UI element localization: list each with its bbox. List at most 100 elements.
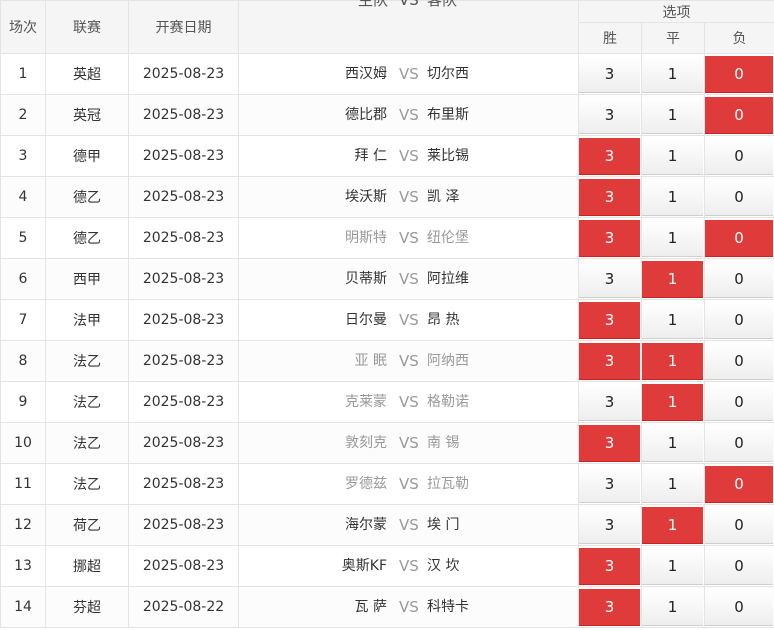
- option-win-button[interactable]: 3: [579, 384, 640, 421]
- option-win-button[interactable]: 3: [579, 56, 640, 93]
- home-team: 奥斯KF: [341, 558, 387, 574]
- match-row: 2 英冠 2025-08-23 德比郡 VS 布里斯 3 1 0: [0, 94, 774, 136]
- option-cell-win: 3: [578, 504, 642, 546]
- option-win-button[interactable]: 3: [579, 343, 640, 380]
- option-draw-button[interactable]: 1: [642, 466, 703, 503]
- option-draw-button[interactable]: 1: [642, 138, 703, 175]
- option-lose-button[interactable]: 0: [705, 179, 774, 216]
- option-lose-button[interactable]: 0: [705, 261, 774, 298]
- match-league: 德乙: [45, 217, 129, 259]
- header-date: 开赛日期: [128, 0, 239, 54]
- home-team: 克莱蒙: [345, 394, 387, 410]
- match-date: 2025-08-23: [128, 463, 239, 505]
- match-row: 14 芬超 2025-08-22 瓦 萨 VS 科特卡 3 1 0: [0, 586, 774, 628]
- match-num: 9: [0, 381, 46, 423]
- vs-label: VS: [399, 106, 419, 124]
- vs-label: VS: [399, 393, 419, 411]
- option-lose-button[interactable]: 0: [705, 589, 774, 626]
- match-row: 1 英超 2025-08-23 西汉姆 VS 切尔西 3 1 0: [0, 53, 774, 95]
- option-win-button[interactable]: 3: [579, 466, 640, 503]
- option-draw-button[interactable]: 1: [642, 97, 703, 134]
- home-team: 敦刻克: [345, 435, 387, 451]
- option-lose-button[interactable]: 0: [705, 507, 774, 544]
- option-win-button[interactable]: 3: [579, 302, 640, 339]
- option-lose-button[interactable]: 0: [705, 466, 774, 503]
- option-win-button[interactable]: 3: [579, 138, 640, 175]
- option-win-button[interactable]: 3: [579, 425, 640, 462]
- option-lose-button[interactable]: 0: [705, 425, 774, 462]
- option-lose-button[interactable]: 0: [705, 56, 774, 93]
- vs-label: VS: [399, 147, 419, 165]
- option-draw-button[interactable]: 1: [642, 302, 703, 339]
- option-cell-lose: 0: [703, 299, 774, 341]
- option-cell-lose: 0: [703, 545, 774, 587]
- match-league: 法乙: [45, 463, 129, 505]
- option-cell-draw: 1: [641, 299, 705, 341]
- option-draw-button[interactable]: 1: [642, 425, 703, 462]
- match-teams: 克莱蒙 VS 格勒诺: [238, 381, 579, 423]
- option-draw-button[interactable]: 1: [642, 220, 703, 257]
- match-row: 12 荷乙 2025-08-23 海尔蒙 VS 埃 门 310: [0, 504, 774, 546]
- option-lose-button[interactable]: 0: [705, 384, 774, 421]
- option-draw-button[interactable]: 1: [642, 589, 703, 626]
- match-num: 2: [0, 94, 46, 136]
- option-draw-button[interactable]: 1: [642, 56, 703, 93]
- away-team: 昂 热: [427, 312, 460, 328]
- match-teams: 明斯特 VS 纽伦堡: [238, 217, 579, 259]
- option-lose-button[interactable]: 0: [705, 343, 774, 380]
- option-cell-draw: 1: [641, 340, 705, 382]
- away-team: 拉瓦勒: [427, 476, 469, 492]
- home-team: 德比郡: [345, 107, 387, 123]
- match-num: 13: [0, 545, 46, 587]
- match-num: 12: [0, 504, 46, 546]
- match-league: 西甲: [45, 258, 129, 300]
- option-cell-win: 3: [578, 53, 642, 95]
- option-draw-button[interactable]: 1: [642, 261, 703, 298]
- option-draw-button[interactable]: 1: [642, 179, 703, 216]
- option-cell-lose: 0: [703, 463, 774, 505]
- match-league: 法乙: [45, 422, 129, 464]
- vs-label: VS: [399, 65, 419, 83]
- option-win-button[interactable]: 3: [579, 220, 640, 257]
- option-win-button[interactable]: 3: [579, 548, 640, 585]
- option-lose-button[interactable]: 0: [705, 548, 774, 585]
- header-options: 选项: [577, 0, 774, 23]
- option-cell-win: 3: [578, 94, 642, 136]
- option-lose-button[interactable]: 0: [705, 97, 774, 134]
- vs-label: VS: [399, 188, 419, 206]
- home-team: 日尔曼: [345, 312, 387, 328]
- vs-label: VS: [399, 557, 419, 575]
- header-away: 客队: [427, 0, 458, 9]
- option-draw-button[interactable]: 1: [642, 384, 703, 421]
- option-draw-button[interactable]: 1: [642, 507, 703, 544]
- option-cell-win: 3: [578, 176, 642, 218]
- match-list: 1 英超 2025-08-23 西汉姆 VS 切尔西 3 1 0 2 英冠 2025-08-23 德比郡…: [0, 53, 774, 628]
- vs-label: VS: [399, 434, 419, 452]
- option-cell-win: 3: [578, 586, 642, 628]
- option-cell-win: 3: [578, 135, 642, 177]
- match-date: 2025-08-23: [128, 504, 239, 546]
- away-team: 纽伦堡: [427, 230, 469, 246]
- option-win-button[interactable]: 3: [579, 589, 640, 626]
- option-cell-draw: 1: [641, 586, 705, 628]
- match-row: 10 法乙 2025-08-23 敦刻克 VS 南 锡310: [0, 422, 774, 464]
- away-team: 科特卡: [427, 599, 469, 615]
- option-cell-draw: 1: [641, 135, 705, 177]
- away-team: 南 锡: [427, 435, 460, 451]
- option-draw-button[interactable]: 1: [642, 343, 703, 380]
- match-date: 2025-08-23: [128, 53, 239, 95]
- option-lose-button[interactable]: 0: [705, 302, 774, 339]
- option-lose-button[interactable]: 0: [705, 220, 774, 257]
- option-win-button[interactable]: 3: [579, 261, 640, 298]
- option-win-button[interactable]: 3: [579, 179, 640, 216]
- option-draw-button[interactable]: 1: [642, 548, 703, 585]
- option-cell-draw: 1: [641, 53, 705, 95]
- option-lose-button[interactable]: 0: [705, 138, 774, 175]
- option-cell-win: 3: [578, 299, 642, 341]
- match-row: 7 法甲 2025-08-23 日尔曼 VS 昂 热 310: [0, 299, 774, 341]
- option-win-button[interactable]: 3: [579, 97, 640, 134]
- option-win-button[interactable]: 3: [579, 507, 640, 544]
- header-league: 联赛: [45, 0, 129, 54]
- match-row: 9 法乙 2025-08-23 克莱蒙 VS 格勒诺 3 1 0: [0, 381, 774, 423]
- match-date: 2025-08-23: [128, 94, 239, 136]
